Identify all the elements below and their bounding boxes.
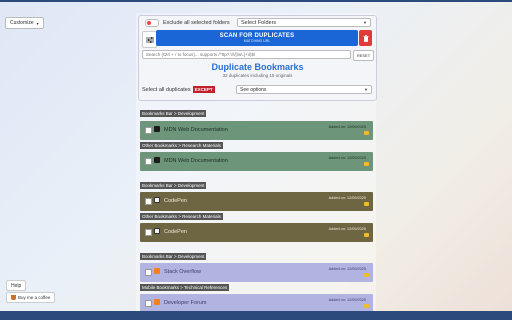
- chevron-down-icon: ▾: [36, 20, 39, 26]
- bookmark-item[interactable]: CodePen Added on: 12/09/2025: [140, 192, 373, 211]
- bookmark-checkbox[interactable]: [145, 269, 152, 276]
- bookmark-added-date: Added on: 12/09/2025: [328, 298, 366, 302]
- bookmark-path: Bookmarks Bar > Development: [140, 182, 207, 189]
- bookmark-title: MDN Web Documentation: [164, 158, 228, 164]
- help-label: Help: [11, 282, 22, 289]
- bookmark-path: Bookmarks Bar > Development: [140, 253, 207, 260]
- bookmark-item[interactable]: MDN Web Documentation Added on: 12/09/20…: [140, 121, 373, 140]
- codepen-icon: [154, 228, 160, 234]
- options-select-value: See options: [240, 86, 267, 93]
- scan-button-sublabel: MATCHING URL: [243, 39, 271, 43]
- search-input[interactable]: [142, 50, 351, 59]
- options-select[interactable]: See options ▼: [236, 85, 372, 94]
- folder-select[interactable]: Select Folders ▼: [237, 18, 371, 27]
- customize-button[interactable]: Customize ▾: [5, 17, 44, 29]
- buy-me-a-coffee-button[interactable]: Buy me a coffee: [6, 292, 56, 303]
- coffee-icon: [11, 295, 16, 300]
- mdn-icon: [154, 126, 160, 132]
- bookmark-checkbox[interactable]: [145, 158, 152, 165]
- bookmark-path: Other Bookmarks > Research Materials: [140, 142, 223, 149]
- bookmark-added-date: Added on: 12/09/2025: [328, 196, 366, 200]
- window-bottom-edge: [0, 311, 512, 320]
- exclude-row: Exclude all selected folders: [145, 19, 230, 27]
- folder-select-value: Select Folders: [241, 19, 277, 26]
- bookmark-checkbox[interactable]: [145, 300, 152, 307]
- select-all-label: Select all duplicates: [142, 86, 191, 93]
- reset-button[interactable]: RESET: [353, 50, 374, 61]
- folder-icon[interactable]: [364, 162, 369, 166]
- bookmark-added-date: Added on: 12/09/2025: [328, 227, 366, 231]
- customize-label: Customize: [10, 20, 34, 26]
- bookmark-path: Mobile Bookmarks > Technical References: [140, 284, 230, 291]
- folder-icon[interactable]: [364, 233, 369, 237]
- caret-down-icon: ▼: [364, 87, 368, 92]
- window-top-edge: [0, 0, 512, 2]
- filter-settings-button[interactable]: [142, 31, 157, 48]
- bookmark-title: MDN Web Documentation: [164, 127, 228, 133]
- delete-button[interactable]: [359, 30, 372, 46]
- bookmark-path: Bookmarks Bar > Development: [140, 110, 207, 117]
- trash-icon: [363, 34, 368, 42]
- forum-icon: [154, 299, 160, 305]
- folder-icon[interactable]: [364, 131, 369, 135]
- bookmark-checkbox[interactable]: [145, 229, 152, 236]
- bookmark-item[interactable]: Stack Overflow Added on: 12/09/2025: [140, 263, 373, 282]
- stackoverflow-icon: [154, 268, 160, 274]
- bookmark-path: Other Bookmarks > Research Materials: [140, 213, 223, 220]
- bookmark-added-date: Added on: 12/09/2025: [328, 125, 366, 129]
- bookmark-checkbox[interactable]: [145, 127, 152, 134]
- except-badge[interactable]: EXCEPT: [192, 86, 215, 93]
- duplicates-count: 32 duplicates including 15 originals: [222, 73, 293, 78]
- folder-icon[interactable]: [364, 273, 369, 277]
- bookmark-title: CodePen: [164, 198, 187, 204]
- folder-icon[interactable]: [364, 304, 369, 308]
- bookmark-title: Stack Overflow: [164, 269, 201, 275]
- sliders-icon: [145, 36, 154, 43]
- folder-icon[interactable]: [364, 202, 369, 206]
- codepen-icon: [154, 197, 160, 203]
- bookmark-checkbox[interactable]: [145, 198, 152, 205]
- page-title: Duplicate Bookmarks: [211, 62, 304, 72]
- bookmark-title: CodePen: [164, 229, 187, 235]
- help-button[interactable]: Help: [6, 280, 27, 291]
- bookmark-item[interactable]: MDN Web Documentation Added on: 12/09/20…: [140, 152, 373, 171]
- bookmark-title: Developer Forum: [164, 300, 207, 306]
- exclude-toggle[interactable]: [145, 19, 159, 27]
- bookmark-added-date: Added on: 12/09/2025: [328, 267, 366, 271]
- bookmark-added-date: Added on: 12/09/2025: [328, 156, 366, 160]
- caret-down-icon: ▼: [363, 20, 367, 25]
- exclude-label: Exclude all selected folders: [163, 20, 230, 26]
- scan-duplicates-button[interactable]: SCAN FOR DUPLICATES MATCHING URL: [156, 30, 358, 46]
- coffee-label: Buy me a coffee: [18, 295, 51, 300]
- select-all-row[interactable]: Select all duplicates EXCEPT: [142, 86, 215, 93]
- scan-controls-card: Exclude all selected folders Select Fold…: [138, 15, 377, 101]
- mdn-icon: [154, 157, 160, 163]
- bookmark-item[interactable]: CodePen Added on: 12/09/2025: [140, 223, 373, 242]
